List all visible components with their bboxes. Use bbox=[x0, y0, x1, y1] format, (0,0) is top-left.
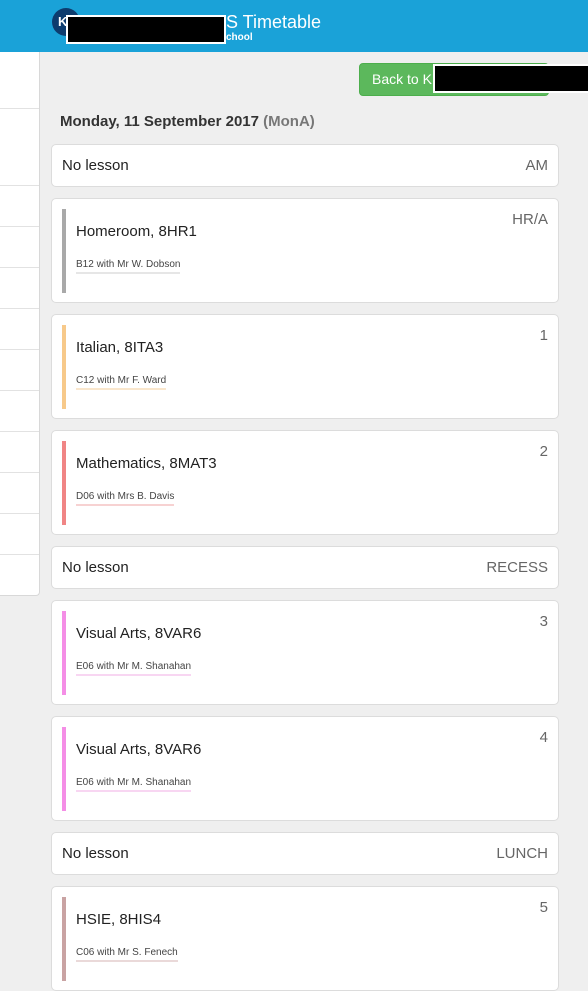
lesson-room-teacher: D06 with Mrs B. Davis bbox=[76, 491, 175, 506]
lesson-card[interactable]: Homeroom, 8HR1 B12 with Mr W. Dobson HR/… bbox=[51, 198, 559, 303]
no-lesson-label: No lesson bbox=[62, 157, 129, 174]
subject-color-bar bbox=[62, 897, 66, 981]
lesson-subject: Homeroom, 8HR1 bbox=[76, 223, 197, 240]
subject-color-bar bbox=[62, 611, 66, 695]
period-label: 5 bbox=[539, 899, 548, 916]
period-label: LUNCH bbox=[496, 845, 548, 862]
period-label: AM bbox=[525, 157, 549, 174]
lesson-card[interactable]: Italian, 8ITA3 C12 with Mr F. Ward 1 bbox=[51, 314, 559, 419]
no-lesson-row: No lesson AM bbox=[51, 144, 559, 187]
lesson-subject: Visual Arts, 8VAR6 bbox=[76, 625, 202, 642]
sidebar bbox=[0, 52, 40, 596]
page-title: S Timetable bbox=[226, 12, 322, 32]
sidebar-divider bbox=[0, 431, 39, 432]
no-lesson-row: No lesson RECESS bbox=[51, 546, 559, 589]
timetable-date: Monday, 11 September 2017 (MonA) bbox=[60, 113, 315, 130]
lesson-subject: HSIE, 8HIS4 bbox=[76, 911, 162, 928]
lesson-subject: Visual Arts, 8VAR6 bbox=[76, 741, 202, 758]
sidebar-divider bbox=[0, 185, 39, 186]
lesson-room-teacher: C06 with Mr S. Fenech bbox=[76, 947, 178, 962]
sidebar-divider bbox=[0, 108, 39, 109]
sidebar-divider bbox=[0, 267, 39, 268]
week-variant: (MonA) bbox=[263, 113, 315, 130]
lesson-card[interactable]: HSIE, 8HIS4 C06 with Mr S. Fenech 5 bbox=[51, 886, 559, 991]
period-label: 2 bbox=[539, 443, 548, 460]
sidebar-divider bbox=[0, 226, 39, 227]
sidebar-divider bbox=[0, 308, 39, 309]
subject-color-bar bbox=[62, 441, 66, 525]
lesson-card[interactable]: Visual Arts, 8VAR6 E06 with Mr M. Shanah… bbox=[51, 716, 559, 821]
lesson-room-teacher: B12 with Mr W. Dobson bbox=[76, 259, 181, 274]
period-label: 3 bbox=[539, 613, 548, 630]
period-label: 1 bbox=[539, 327, 548, 344]
sidebar-divider bbox=[0, 554, 39, 555]
lesson-room-teacher: E06 with Mr M. Shanahan bbox=[76, 661, 192, 676]
date-label: Monday, 11 September 2017 bbox=[60, 113, 259, 130]
no-lesson-row: No lesson LUNCH bbox=[51, 832, 559, 875]
sidebar-divider bbox=[0, 390, 39, 391]
period-label: 4 bbox=[539, 729, 548, 746]
subject-color-bar bbox=[62, 727, 66, 811]
subject-color-bar bbox=[62, 325, 66, 409]
lesson-card[interactable]: Mathematics, 8MAT3 D06 with Mrs B. Davis… bbox=[51, 430, 559, 535]
lesson-room-teacher: C12 with Mr F. Ward bbox=[76, 375, 167, 390]
school-name: chool bbox=[226, 32, 253, 43]
no-lesson-label: No lesson bbox=[62, 559, 129, 576]
lesson-subject: Italian, 8ITA3 bbox=[76, 339, 164, 356]
redaction-bar bbox=[433, 64, 588, 93]
sidebar-divider bbox=[0, 349, 39, 350]
sidebar-divider bbox=[0, 513, 39, 514]
lesson-subject: Mathematics, 8MAT3 bbox=[76, 455, 217, 472]
app-header: K S Timetable chool bbox=[0, 0, 588, 52]
back-button-label: Back to K bbox=[372, 71, 432, 87]
no-lesson-label: No lesson bbox=[62, 845, 129, 862]
period-label: RECESS bbox=[486, 559, 548, 576]
lesson-room-teacher: E06 with Mr M. Shanahan bbox=[76, 777, 192, 792]
sidebar-divider bbox=[0, 472, 39, 473]
subject-color-bar bbox=[62, 209, 66, 293]
lesson-card[interactable]: Visual Arts, 8VAR6 E06 with Mr M. Shanah… bbox=[51, 600, 559, 705]
redaction-bar bbox=[66, 15, 226, 44]
period-label: HR/A bbox=[512, 211, 548, 228]
